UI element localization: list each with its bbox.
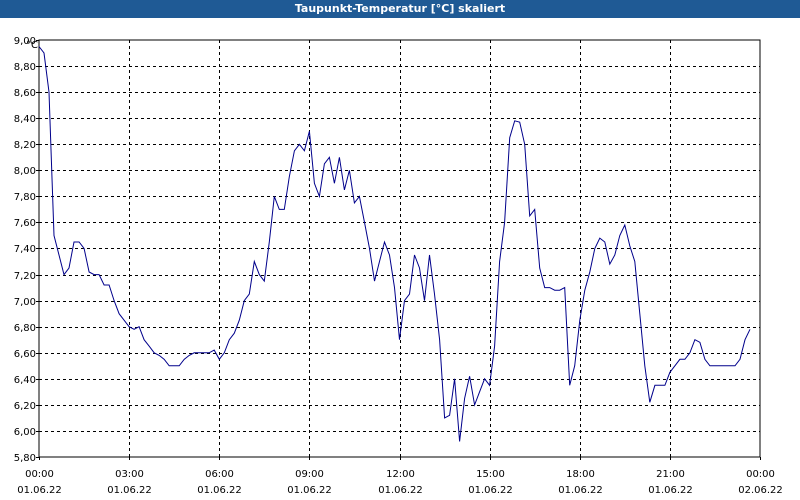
x-tick-time: 00:00 <box>25 469 54 480</box>
x-tick-date: 01.06.22 <box>648 485 693 496</box>
y-tick-label: 7,80 <box>14 192 36 203</box>
y-tick-label: 5,80 <box>14 453 36 464</box>
x-tick-time: 21:00 <box>656 469 685 480</box>
y-tick-label: 8,00 <box>14 166 36 177</box>
y-tick-label: 6,40 <box>14 375 36 386</box>
x-tick-time: 03:00 <box>115 469 144 480</box>
y-tick-label: 8,40 <box>14 114 36 125</box>
y-tick-label: 7,40 <box>14 244 36 255</box>
x-tick-date: 01.06.22 <box>17 485 62 496</box>
y-tick-label: 8,20 <box>14 140 36 151</box>
chart-window: Taupunkt-Temperatur [°C] skaliert 5,80 6,… <box>0 0 800 500</box>
y-tick-label: 8,60 <box>14 88 36 99</box>
x-tick-date: 01.06.22 <box>287 485 332 496</box>
y-tick-label: 7,60 <box>14 218 36 229</box>
x-tick-time: 06:00 <box>205 469 234 480</box>
x-tick-date: 01.06.22 <box>468 485 513 496</box>
y-tick-label: 6,20 <box>14 401 36 412</box>
x-tick-date: 02.06.22 <box>738 485 783 496</box>
y-tick-label: 6,80 <box>14 323 36 334</box>
y-tick-label: 6,00 <box>14 427 36 438</box>
y-tick-label: 7,00 <box>14 297 36 308</box>
y-tick-label: 7,20 <box>14 271 36 282</box>
x-tick-time: 12:00 <box>386 469 415 480</box>
x-tick-time: 00:00 <box>746 469 775 480</box>
chart-plot: 5,80 6,00 6,20 6,40 6,60 6,80 7,00 7,20 7,40 7,60… <box>14 36 783 496</box>
x-tick-time: 15:00 <box>476 469 505 480</box>
x-tick-time: 18:00 <box>566 469 595 480</box>
x-tick-date: 01.06.22 <box>558 485 603 496</box>
y-tick-label: 8,80 <box>14 62 36 73</box>
x-tick-date: 01.06.22 <box>197 485 242 496</box>
y-tick-label: 6,60 <box>14 349 36 360</box>
x-tick-date: 01.06.22 <box>107 485 152 496</box>
x-tick-date: 01.06.22 <box>378 485 423 496</box>
chart-title: Taupunkt-Temperatur [°C] skaliert <box>0 0 800 18</box>
x-tick-time: 09:00 <box>295 469 324 480</box>
y-axis-unit: °C <box>26 40 38 51</box>
